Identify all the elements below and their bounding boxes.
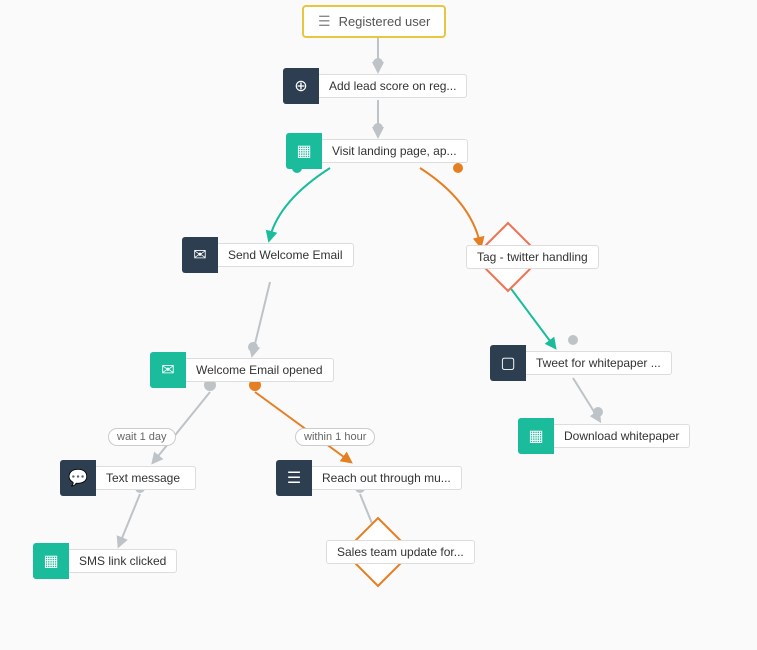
reach-out-label: Reach out through mu... [312,466,462,490]
welcome-opened-label: Welcome Email opened [186,358,334,382]
visit-landing-node[interactable]: ▦ Visit landing page, ap... [286,133,468,169]
download-whitepaper-node[interactable]: ▦ Download whitepaper [518,418,690,454]
wait-day-badge: wait 1 day [108,428,176,446]
sales-team-node[interactable]: 👥 Sales team update for... [268,527,488,577]
text-message-icon: 💬 [60,460,96,496]
welcome-opened-icon: ✉ [150,352,186,388]
add-lead-score-label: Add lead score on reg... [319,74,467,98]
sms-link-clicked-node[interactable]: ▦ SMS link clicked [33,543,177,579]
send-welcome-icon: ✉ [182,237,218,273]
list-icon: ☰ [318,13,331,30]
text-message-node[interactable]: 💬 Text message [60,460,196,496]
registered-user-label: Registered user [339,14,431,29]
visit-landing-label: Visit landing page, ap... [322,139,468,163]
tweet-whitepaper-label: Tweet for whitepaper ... [526,351,672,375]
download-whitepaper-label: Download whitepaper [554,424,690,448]
welcome-opened-node[interactable]: ✉ Welcome Email opened [150,352,334,388]
sms-link-icon: ▦ [33,543,69,579]
tweet-whitepaper-node[interactable]: ▢ Tweet for whitepaper ... [490,345,672,381]
registered-user-node[interactable]: ☰ Registered user [302,5,446,38]
text-message-label: Text message [96,466,196,490]
send-welcome-node[interactable]: ✉ Send Welcome Email [182,237,354,273]
reach-out-node[interactable]: ☰ Reach out through mu... [276,460,462,496]
tag-twitter-node[interactable]: 🏷 Tag - twitter handling [408,232,608,282]
within-hour-badge: within 1 hour [295,428,375,446]
visit-landing-icon: ▦ [286,133,322,169]
send-welcome-label: Send Welcome Email [218,243,354,267]
sms-link-clicked-label: SMS link clicked [69,549,177,573]
add-lead-score-node[interactable]: ⊕ Add lead score on reg... [283,68,467,104]
tweet-icon: ▢ [490,345,526,381]
workflow-canvas: ☰ Registered user ⊕ Add lead score on re… [0,0,757,650]
tag-twitter-label: Tag - twitter handling [466,245,599,269]
add-lead-icon: ⊕ [283,68,319,104]
sales-team-label: Sales team update for... [326,540,475,564]
reach-out-icon: ☰ [276,460,312,496]
download-icon: ▦ [518,418,554,454]
